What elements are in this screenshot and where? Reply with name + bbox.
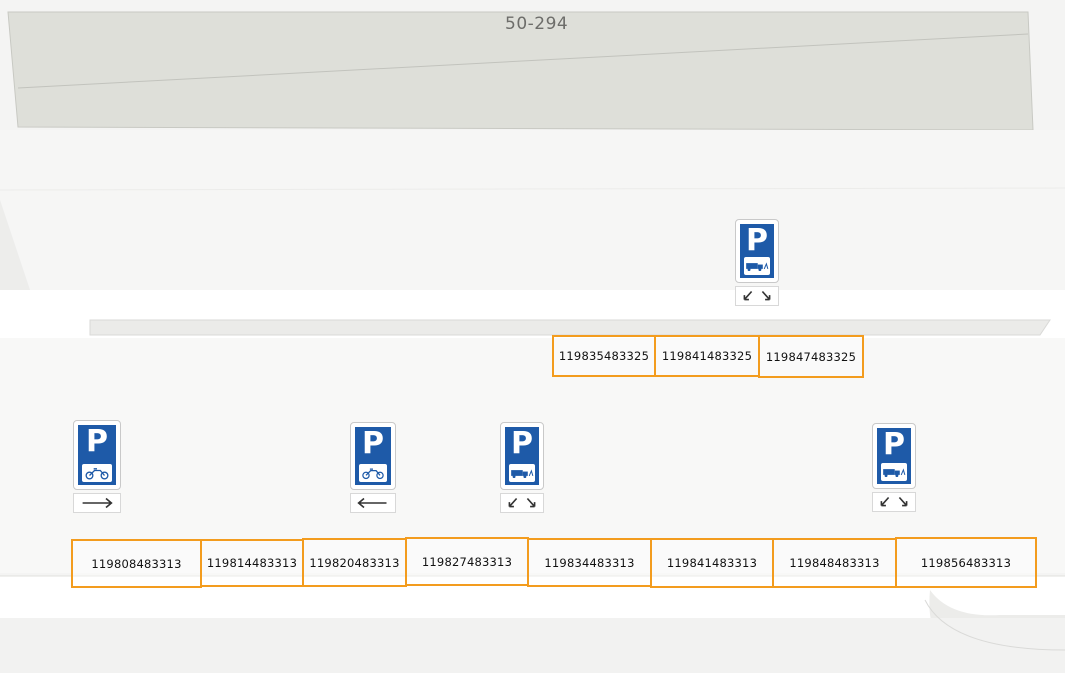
truck-icon [744,257,770,275]
truck-icon [881,463,907,481]
parking-symbol: P [362,426,384,461]
parking-symbol: P [86,424,108,459]
parking-bay[interactable]: 119847483325 [758,335,864,378]
parking-bay[interactable]: 119856483313 [895,537,1037,588]
parking-bay[interactable]: 119848483313 [772,538,897,588]
parking-sign-truck[interactable]: P [500,422,544,513]
arrow-left-icon [350,493,396,513]
parking-sign-moped[interactable]: P [350,422,396,513]
parking-bay[interactable]: 119835483325 [552,335,656,377]
parking-sign-plate: P [735,219,779,283]
parking-bay[interactable]: 119820483313 [302,538,407,587]
parking-bay[interactable]: 119841483325 [654,335,760,377]
parking-sign-truck[interactable]: P [735,219,779,306]
parking-symbol: P [511,426,533,461]
parking-sign-moped[interactable]: P [73,420,121,513]
moped-icon [82,464,112,482]
moped-icon [359,464,387,482]
parking-sign-plate: P [350,422,396,490]
arrow-right-icon [73,493,121,513]
parking-symbol: P [746,223,768,258]
parking-symbol: P [883,427,905,462]
building-label: 50-294 [505,14,569,34]
parking-bay[interactable]: 119808483313 [71,539,202,588]
parking-bay[interactable]: 119814483313 [200,539,304,587]
parking-sign-plate: P [73,420,121,490]
parking-sign-plate: P [872,423,916,489]
parking-bay[interactable]: 119841483313 [650,538,774,588]
diagonal-arrows-icon [872,492,916,512]
diagonal-arrows-icon [735,286,779,306]
map-canvas[interactable]: 50-294 P P P P P 119835483325 1198414833… [0,0,1065,673]
parking-sign-truck[interactable]: P [872,423,916,512]
truck-icon [509,464,535,482]
parking-sign-plate: P [500,422,544,490]
parking-bay[interactable]: 119827483313 [405,537,529,586]
parking-bay[interactable]: 119834483313 [527,538,652,587]
diagonal-arrows-icon [500,493,544,513]
